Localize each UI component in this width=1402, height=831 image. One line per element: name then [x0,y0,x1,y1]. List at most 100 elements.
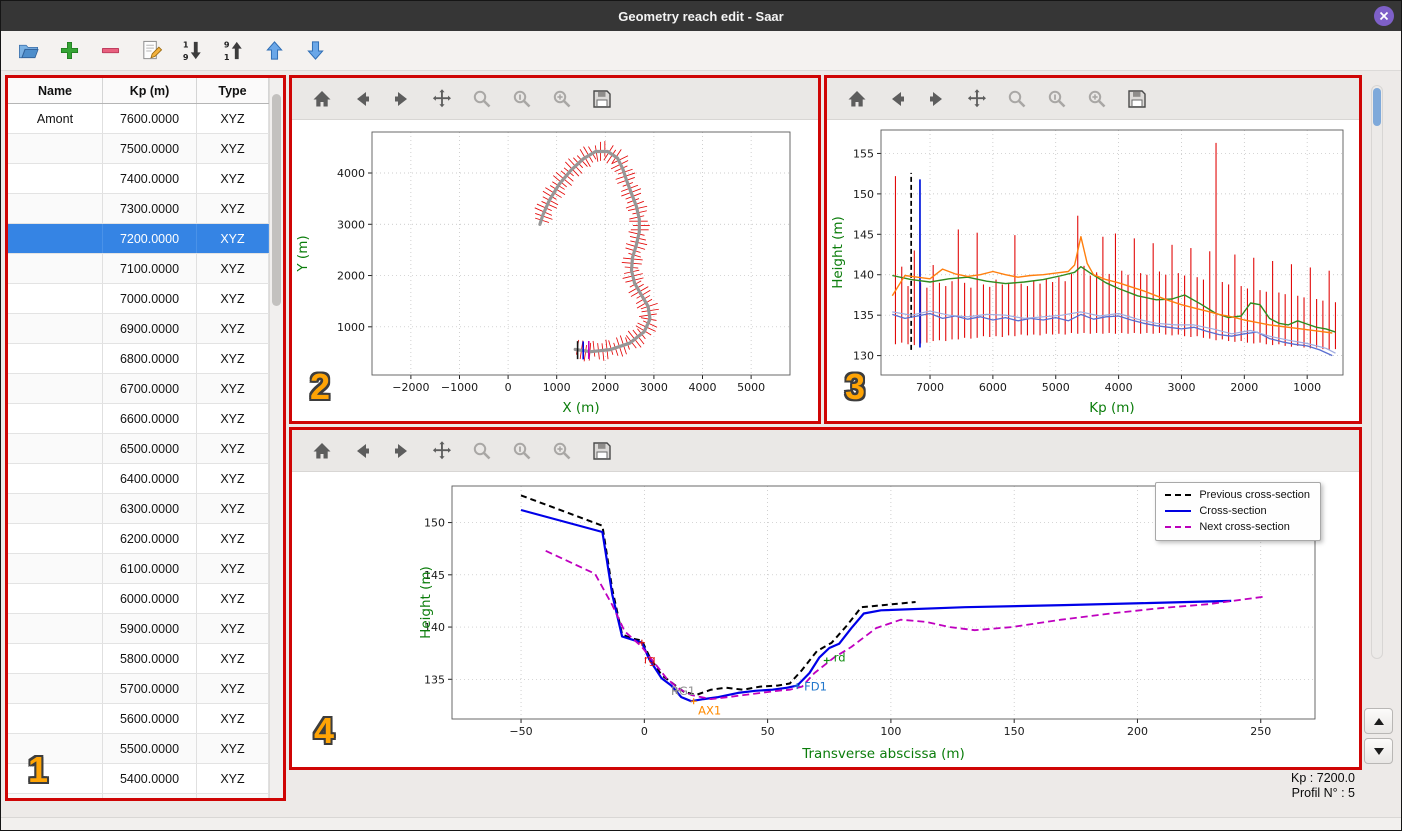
table-cell: XYZ [197,674,269,703]
table-row[interactable]: 6300.0000 XYZ [8,494,269,524]
table-cell [8,314,103,343]
table-row[interactable]: 6700.0000 XYZ [8,374,269,404]
plan-view-plot[interactable]: −2000 −1000 0 1000 2000 3000 4000 5000 1000 2000 3… [292,120,818,421]
table-cell: XYZ [197,134,269,163]
back-button[interactable] [883,85,911,113]
table-cell [8,464,103,493]
table-row[interactable]: 5300.0000XYZ [8,794,269,798]
svg-text:2000: 2000 [591,381,619,394]
pan-button[interactable] [428,85,456,113]
vertical-scrollbar-thumb[interactable] [1373,88,1381,126]
move-up-button[interactable] [261,37,288,64]
forward-button[interactable] [388,85,416,113]
table-scrollbar-thumb[interactable] [272,94,281,306]
column-header[interactable]: Kp (m) [103,78,197,103]
back-icon [357,91,369,106]
forward-button[interactable] [388,437,416,465]
table-row[interactable]: 5800.0000 XYZ [8,644,269,674]
pan-button[interactable] [428,437,456,465]
longitudinal-profile-plot[interactable]: 7000 6000 5000 4000 3000 2000 1000 130 135 140 145… [827,120,1359,421]
table-scrollbar[interactable] [269,78,283,798]
plan-view-chart[interactable]: −2000 −1000 0 1000 2000 3000 4000 5000 1000 2000 3… [292,120,818,421]
table-row[interactable]: 7100.0000 XYZ [8,254,269,284]
table-cell: XYZ [197,704,269,733]
home-button[interactable] [308,437,336,465]
column-header[interactable]: Name [8,78,103,103]
zoom-region-button[interactable] [548,85,576,113]
legend-entry-current: Cross-section [1165,505,1310,517]
home-button[interactable] [843,85,871,113]
zoom-button[interactable] [468,437,496,465]
table-row[interactable]: 5600.0000 XYZ [8,704,269,734]
table-row[interactable]: 7400.0000 XYZ [8,164,269,194]
home-button[interactable] [308,85,336,113]
table-row[interactable]: 6500.0000 XYZ [8,434,269,464]
svg-text:Kp (m): Kp (m) [1089,400,1134,416]
cross-sections-table[interactable]: Name Kp (m) Type Amont 7600.0000 XYZ 7500.000… [8,78,269,798]
move-up-icon [266,41,283,60]
close-button[interactable] [1374,6,1394,26]
longitudinal-profile-chart[interactable]: 7000 6000 5000 4000 3000 2000 1000 130 135 140 145… [827,120,1359,421]
svg-text:Height (m): Height (m) [830,216,846,289]
configure-button[interactable] [508,437,536,465]
table-row[interactable]: 7500.0000 XYZ [8,134,269,164]
svg-text:1000: 1000 [337,321,365,334]
table-cell [8,374,103,403]
save-button[interactable] [588,437,616,465]
back-button[interactable] [348,85,376,113]
vertical-scrollbar[interactable] [1371,85,1383,659]
table-row[interactable]: 6800.0000 XYZ [8,344,269,374]
longitudinal-profile-panel: 7000 6000 5000 4000 3000 2000 1000 130 135 140 145… [824,75,1362,424]
profile-up-button[interactable] [1364,708,1393,734]
zoom-region-button[interactable] [548,437,576,465]
table-row[interactable]: 6200.0000 XYZ [8,524,269,554]
sort-descending-button[interactable]: 1 9 [179,37,206,64]
table-cell [8,794,103,798]
configure-button[interactable] [1043,85,1071,113]
next-cross-section-line-sample [1165,526,1192,528]
save-button[interactable] [1123,85,1151,113]
table-row[interactable]: 7300.0000 XYZ [8,194,269,224]
legend: Previous cross-section Cross-section Nex… [1155,482,1321,541]
svg-text:130: 130 [853,350,874,363]
table-cell: 5800.0000 [103,644,197,673]
sort-ascending-button[interactable]: 9 1 [220,37,247,64]
zoom-button[interactable] [468,85,496,113]
table-row[interactable]: 7000.0000 XYZ [8,284,269,314]
table-row[interactable]: 5700.0000 XYZ [8,674,269,704]
table-cell: 6000.0000 [103,584,197,613]
open-button[interactable] [15,37,42,64]
column-header[interactable]: Type [197,78,269,103]
table-row[interactable]: 5900.0000 XYZ [8,614,269,644]
save-button[interactable] [588,85,616,113]
table-row[interactable]: 6400.0000 XYZ [8,464,269,494]
svg-text:3000: 3000 [1167,381,1195,394]
legend-label: Cross-section [1199,505,1267,517]
remove-cross-section-button[interactable] [97,37,124,64]
svg-text:1000: 1000 [543,381,571,394]
profil-number: Profil N° : 5 [1291,786,1355,800]
table-row[interactable]: 6100.0000 XYZ [8,554,269,584]
table-row[interactable]: 6900.0000 XYZ [8,314,269,344]
zoom-region-icon [553,442,571,459]
back-button[interactable] [348,437,376,465]
table-row[interactable]: 6600.0000 XYZ [8,404,269,434]
zoom-button[interactable] [1003,85,1031,113]
forward-button[interactable] [923,85,951,113]
pan-button[interactable] [963,85,991,113]
table-cell: 5600.0000 [103,704,197,733]
svg-text:150: 150 [853,188,874,201]
configure-button[interactable] [508,85,536,113]
table-cell: 6500.0000 [103,434,197,463]
svg-text:0: 0 [641,725,648,738]
cross-section-panel: −50 0 50 100 150 200 250 135 140 145 150 Transverse… [289,427,1362,770]
svg-text:9: 9 [224,40,230,50]
table-row[interactable]: 6000.0000 XYZ [8,584,269,614]
edit-button[interactable] [138,37,165,64]
zoom-region-button[interactable] [1083,85,1111,113]
move-down-button[interactable] [302,37,329,64]
add-cross-section-button[interactable] [56,37,83,64]
table-row[interactable]: 7200.0000 XYZ [8,224,269,254]
profile-down-button[interactable] [1364,738,1393,764]
table-row[interactable]: Amont 7600.0000 XYZ [8,104,269,134]
